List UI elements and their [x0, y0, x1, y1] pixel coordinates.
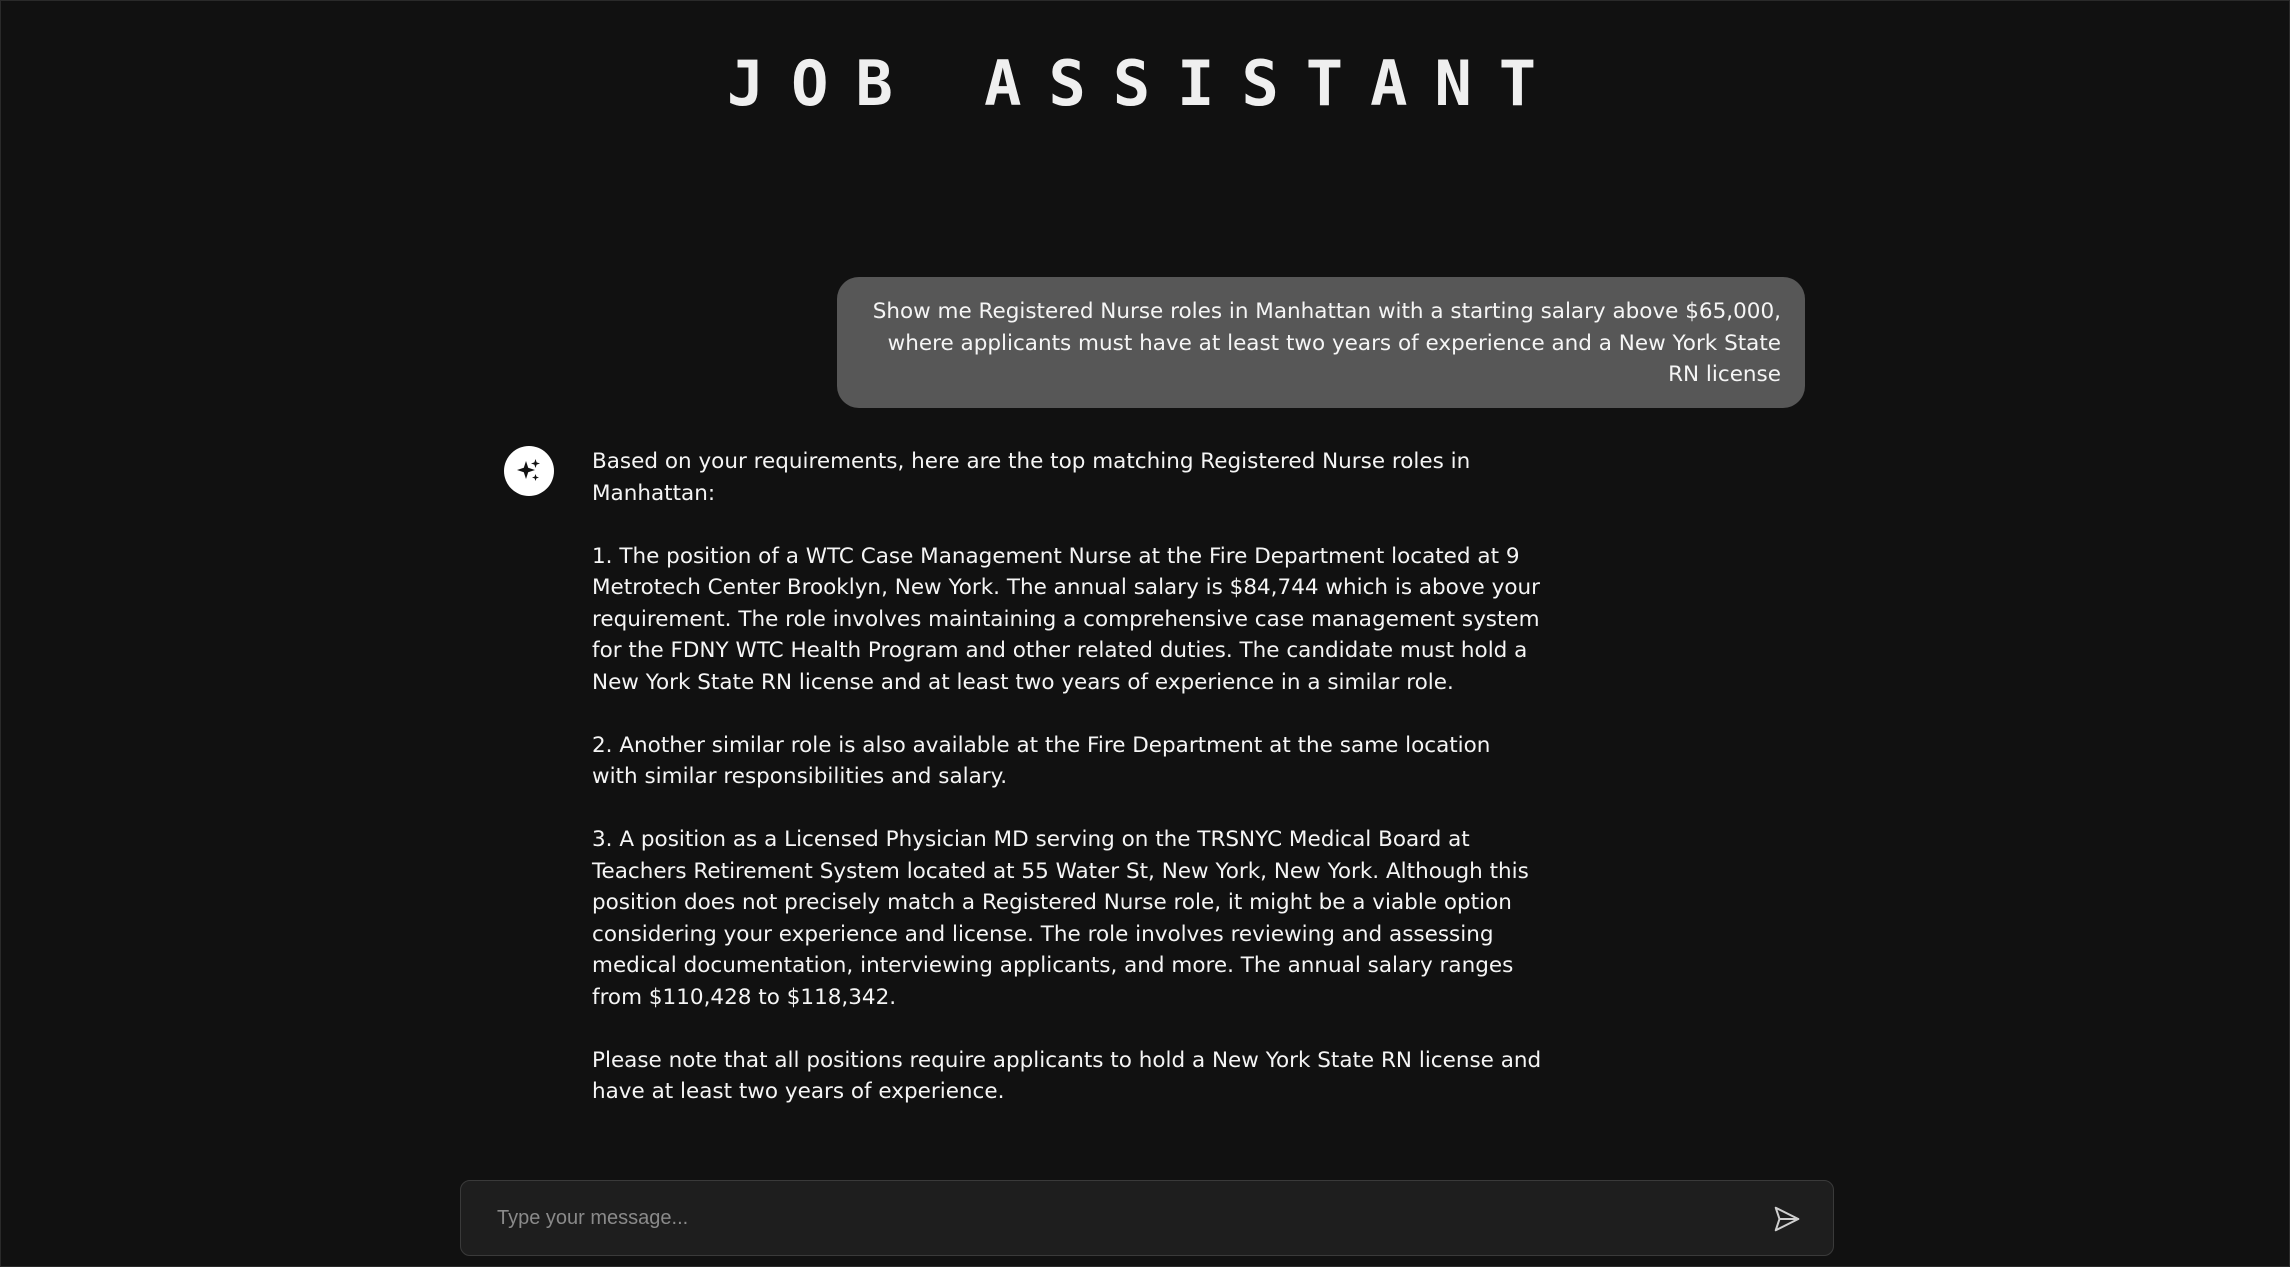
message-input[interactable]	[497, 1181, 1727, 1255]
page-title: JOB ASSISTANT	[726, 47, 1564, 120]
assistant-paragraph-item-3: 3. A position as a Licensed Physician MD…	[592, 827, 1529, 1010]
message-composer	[460, 1180, 1834, 1256]
assistant-paragraph-intro: Based on your requirements, here are the…	[592, 449, 1471, 506]
assistant-paragraph-note: Please note that all positions require a…	[592, 1047, 1542, 1105]
assistant-paragraph-item-1: 1. The position of a WTC Case Management…	[592, 543, 1540, 695]
app-window: JOB ASSISTANT Show me Registered Nurse r…	[0, 0, 2290, 1267]
assistant-message-text: Based on your requirements, here are the…	[592, 446, 1542, 1139]
user-message-text: Show me Registered Nurse roles in Manhat…	[872, 299, 1781, 387]
send-button[interactable]	[1771, 1203, 1803, 1235]
assistant-avatar	[504, 446, 554, 496]
send-icon	[1774, 1206, 1800, 1232]
sparkle-icon	[517, 459, 540, 481]
user-message-bubble: Show me Registered Nurse roles in Manhat…	[837, 277, 1805, 408]
assistant-paragraph-item-2: 2. Another similar role is also availabl…	[592, 732, 1491, 790]
